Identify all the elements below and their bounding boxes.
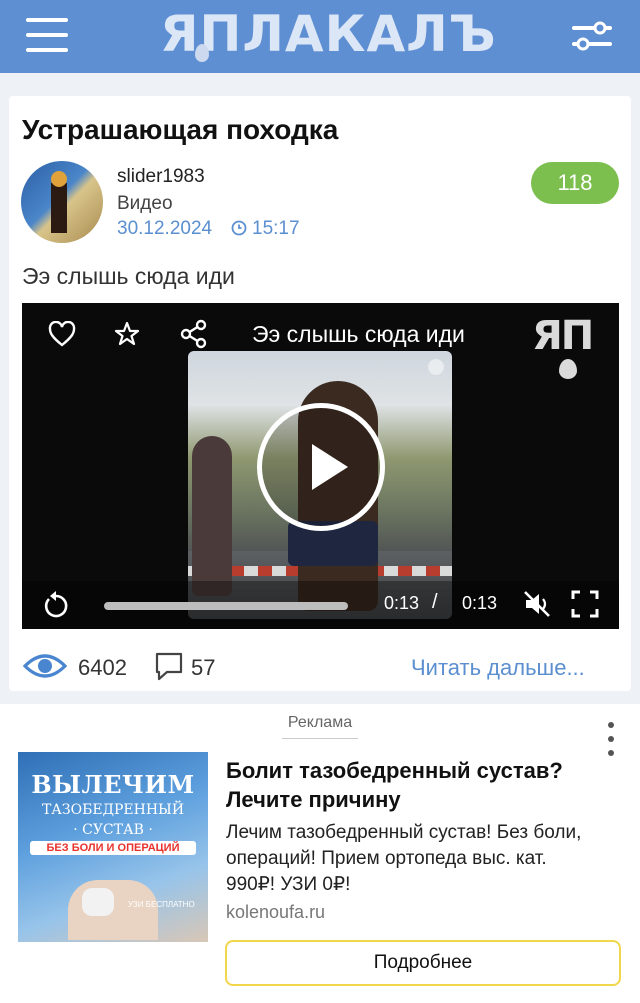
more-options-icon[interactable] <box>604 722 618 758</box>
ad-details-button[interactable]: Подробнее <box>225 940 621 986</box>
clock-icon <box>231 220 247 236</box>
ad-image-note: УЗИ БЕСПЛАТНО <box>128 900 195 909</box>
divider <box>282 738 358 739</box>
ad-image-banner: БЕЗ БОЛИ И ОПЕРАЦИЙ <box>30 841 196 855</box>
comments-count[interactable]: 57 <box>191 655 215 681</box>
ad-image-subline: ТАЗОБЕДРЕННЫЙ <box>41 802 185 818</box>
ad-title[interactable]: Болит тазобедренный сустав? Лечите причи… <box>226 756 616 814</box>
rating-badge[interactable]: 118 <box>531 162 619 204</box>
ad-image[interactable]: ВЫЛЕЧИМ ТАЗОБЕДРЕННЫЙ · СУСТАВ · БЕЗ БОЛ… <box>18 752 208 942</box>
ad-label: Реклама <box>287 714 353 731</box>
author-name[interactable]: slider1983 <box>117 166 205 188</box>
post-title[interactable]: Устрашающая походка <box>22 114 338 146</box>
top-navbar: ЯПЛАКАЛЪ <box>0 0 640 73</box>
comment-icon[interactable] <box>153 650 185 682</box>
ad-block: Реклама ВЫЛЕЧИМ ТАЗОБЕДРЕННЫЙ · СУСТАВ ·… <box>0 704 640 1003</box>
watermark-drop-icon <box>559 359 577 379</box>
avatar[interactable] <box>21 161 103 243</box>
post-card: Устрашающая походка slider1983 Видео 30.… <box>9 96 631 691</box>
share-icon[interactable] <box>179 319 209 349</box>
eye-icon <box>23 654 67 678</box>
heart-icon[interactable] <box>48 321 76 347</box>
video-total-time: 0:13 <box>462 593 498 613</box>
post-date: 30.12.2024 <box>117 218 213 239</box>
ad-image-headline: ВЫЛЕЧИМ <box>31 770 195 799</box>
fullscreen-icon[interactable] <box>570 589 600 619</box>
video-title: Ээ слышь сюда иди <box>252 321 465 347</box>
post-category[interactable]: Видео <box>117 193 173 215</box>
video-controls: 0:13 / 0:13 <box>22 581 619 629</box>
site-logo[interactable]: ЯПЛАКАЛЪ <box>160 4 496 64</box>
ad-domain[interactable]: kolenoufa.ru <box>226 902 325 923</box>
star-icon[interactable] <box>114 321 140 347</box>
video-current-time: 0:13 <box>384 593 420 613</box>
play-button[interactable] <box>257 403 385 531</box>
post-time: 15:17 <box>252 218 300 239</box>
ad-description: Лечим тазобедренный сустав! Без боли, оп… <box>226 822 582 895</box>
avatar-figure-icon <box>51 171 67 233</box>
video-player[interactable]: Ээ слышь сюда иди ЯП 0:13 / 0:13 <box>22 303 619 629</box>
filter-sliders-icon[interactable] <box>570 20 614 52</box>
ad-image-subline-2: · СУСТАВ · <box>73 822 153 838</box>
video-watermark: ЯП <box>532 313 594 359</box>
video-progress-bar[interactable] <box>104 602 348 610</box>
post-text: Ээ слышь сюда иди <box>22 263 235 289</box>
mute-icon[interactable] <box>522 589 552 619</box>
replay-icon[interactable] <box>40 589 72 621</box>
hamburger-menu-icon[interactable] <box>26 16 70 54</box>
video-time-separator: / <box>432 591 438 613</box>
read-more-link[interactable]: Читать дальше... <box>411 655 585 681</box>
scroll-strip <box>0 73 640 87</box>
logo-drop-icon <box>195 44 209 62</box>
views-count: 6402 <box>78 655 127 680</box>
